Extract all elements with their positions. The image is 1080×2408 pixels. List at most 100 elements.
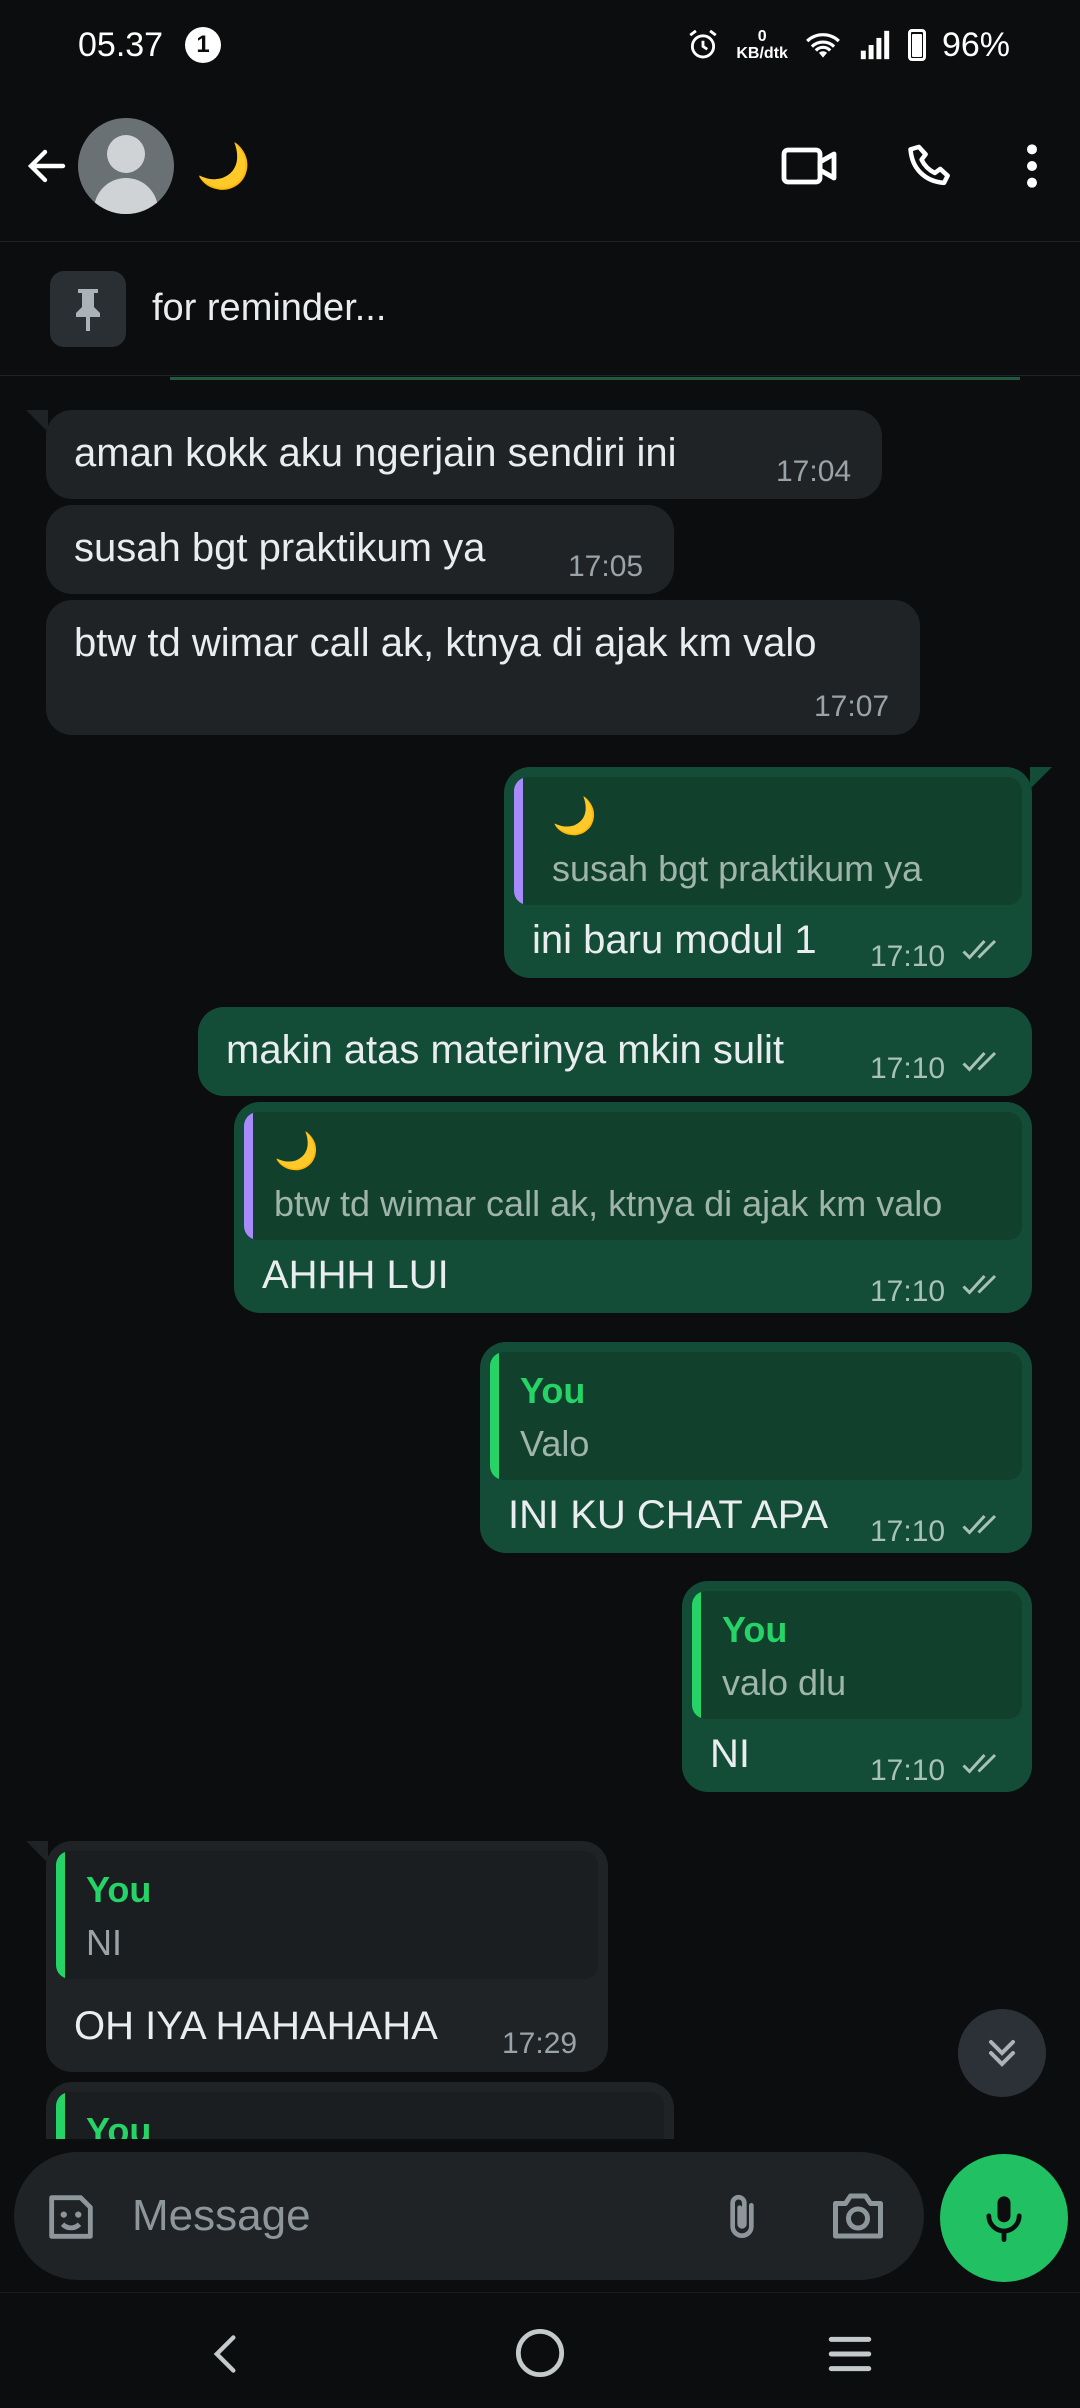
quote-text: NI — [86, 1922, 122, 1963]
outgoing-message-bubble[interactable]: makin atas materinya mkin sulit 17:10 — [198, 1007, 1032, 1096]
message-time: 17:29 — [502, 2027, 578, 2060]
quoted-message[interactable]: You valo dlu — [692, 1591, 1022, 1719]
read-ticks-icon — [962, 1753, 997, 1774]
read-ticks-icon — [962, 939, 997, 960]
quote-text: btw td wimar call ak, ktnya di ajak km v… — [274, 1183, 943, 1224]
read-ticks-icon — [962, 1274, 997, 1295]
outgoing-message-bubble[interactable]: You Valo INI KU CHAT APA 17:10 — [480, 1342, 1032, 1553]
wifi-icon — [806, 33, 840, 58]
read-ticks-icon — [962, 1051, 997, 1072]
more-options-button[interactable] — [1022, 141, 1042, 191]
read-ticks-icon — [962, 1514, 997, 1535]
battery-icon — [907, 29, 926, 61]
notification-badge: 1 — [185, 27, 222, 63]
quote-bar — [56, 2092, 65, 2139]
message-time: 17:10 — [870, 940, 946, 973]
quote-bar — [514, 777, 523, 905]
nav-back-icon[interactable] — [204, 2329, 248, 2379]
composer-pill — [14, 2152, 924, 2280]
back-button[interactable] — [18, 126, 76, 206]
quote-author: You — [722, 1609, 788, 1650]
message-time: 17:07 — [814, 690, 890, 723]
quote-bar — [692, 1591, 701, 1719]
outgoing-message-bubble[interactable]: You valo dlu NI 17:10 — [682, 1581, 1032, 1792]
bubble-tail — [26, 1841, 48, 1863]
outgoing-message-bubble[interactable]: 🌙 btw td wimar call ak, ktnya di ajak km… — [234, 1102, 1032, 1313]
quote-author: 🌙 — [552, 795, 597, 836]
incoming-message-bubble[interactable]: aman kokk aku ngerjain sendiri ini 17:04 — [46, 410, 882, 499]
message-text: ini baru modul 1 — [532, 918, 817, 962]
quoted-message[interactable]: You Valo — [490, 1352, 1022, 1480]
message-text: makin atas materinya mkin sulit — [226, 1028, 784, 1072]
quote-bar — [244, 1112, 253, 1240]
message-text: susah bgt praktikum ya — [74, 526, 486, 570]
network-speed: 0 KB/dtk — [736, 28, 788, 62]
message-text: AHHH LUI — [262, 1253, 449, 1297]
incoming-message-bubble[interactable]: susah bgt praktikum ya 17:05 — [46, 505, 674, 594]
message-time: 17:10 — [870, 1052, 946, 1085]
quote-text: susah bgt praktikum ya — [552, 848, 923, 889]
alarm-icon — [689, 29, 717, 59]
camera-icon[interactable] — [828, 2188, 888, 2244]
double-chevron-down-icon — [988, 2039, 1016, 2067]
voice-message-button[interactable] — [940, 2154, 1068, 2282]
message-text: aman kokk aku ngerjain sendiri ini — [74, 431, 677, 475]
message-time: 17:04 — [776, 455, 852, 488]
message-time: 17:10 — [870, 1754, 946, 1787]
video-call-button[interactable] — [780, 142, 840, 190]
message-time: 17:10 — [870, 1275, 946, 1308]
back-arrow-icon — [27, 149, 66, 182]
bubble-tail — [26, 410, 48, 432]
quote-text: Valo — [520, 1423, 590, 1464]
scroll-to-bottom-button[interactable] — [958, 2009, 1046, 2097]
quote-bar — [56, 1851, 65, 1979]
battery-percent: 96% — [941, 25, 1010, 64]
quoted-message[interactable]: 🌙 btw td wimar call ak, ktnya di ajak km… — [244, 1112, 1022, 1240]
phone-icon — [908, 144, 950, 185]
nav-home-icon[interactable] — [514, 2327, 566, 2379]
quote-text: valo dlu — [722, 1662, 847, 1703]
message-time: 17:05 — [568, 550, 644, 583]
pin-icon — [76, 288, 100, 331]
quote-author: You — [86, 2110, 152, 2139]
network-speed-unit: KB/dtk — [736, 45, 788, 62]
status-time: 05.37 — [78, 25, 164, 64]
pin-icon-box — [50, 270, 126, 347]
network-speed-value: 0 — [757, 28, 767, 45]
message-text: btw td wimar call ak, ktnya di ajak km v… — [74, 621, 817, 665]
quoted-message[interactable]: 🌙 susah bgt praktikum ya — [514, 777, 1022, 905]
incoming-message-bubble[interactable]: You NI OH IYA HAHAHAHA 17:29 — [46, 1841, 608, 2072]
outgoing-message-bubble[interactable]: 🌙 susah bgt praktikum ya ini baru modul … — [504, 767, 1032, 978]
quote-author: You — [86, 1869, 152, 1910]
attach-icon[interactable] — [714, 2188, 770, 2246]
incoming-message-bubble[interactable]: btw td wimar call ak, ktnya di ajak km v… — [46, 600, 920, 735]
system-nav-bar — [0, 2292, 1080, 2408]
mic-icon — [986, 2196, 1022, 2243]
quoted-message[interactable]: You NI — [56, 1851, 598, 1979]
message-list[interactable]: aman kokk aku ngerjain sendiri ini 17:04… — [0, 377, 1080, 2139]
nav-recents-icon[interactable] — [822, 2329, 878, 2379]
avatar[interactable] — [78, 117, 174, 214]
previous-bubble-edge — [170, 377, 1020, 380]
quote-author: You — [520, 1370, 586, 1411]
message-text: OH IYA HAHAHAHA — [74, 2004, 438, 2048]
composer — [0, 2140, 1080, 2290]
bubble-tail — [1030, 767, 1052, 789]
incoming-message-bubble[interactable]: You — [46, 2082, 674, 2139]
more-vert-icon — [1027, 143, 1037, 188]
status-bar: 05.37 1 0 KB/dtk 96% — [0, 0, 1080, 90]
pinned-message-banner[interactable]: for reminder... — [0, 242, 1080, 376]
sticker-icon[interactable] — [42, 2188, 100, 2246]
chat-header: 🌙 — [0, 90, 1080, 242]
message-input[interactable] — [132, 2182, 692, 2250]
pinned-message-text: for reminder... — [152, 287, 387, 329]
quoted-message[interactable]: You — [56, 2092, 664, 2139]
message-text: NI — [710, 1732, 750, 1776]
contact-name[interactable]: 🌙 — [196, 140, 251, 192]
message-time: 17:10 — [870, 1515, 946, 1548]
quote-bar — [490, 1352, 499, 1480]
voice-call-button[interactable] — [904, 139, 958, 193]
quote-author: 🌙 — [274, 1130, 319, 1171]
message-text: INI KU CHAT APA — [508, 1493, 829, 1537]
signal-icon — [860, 30, 890, 60]
